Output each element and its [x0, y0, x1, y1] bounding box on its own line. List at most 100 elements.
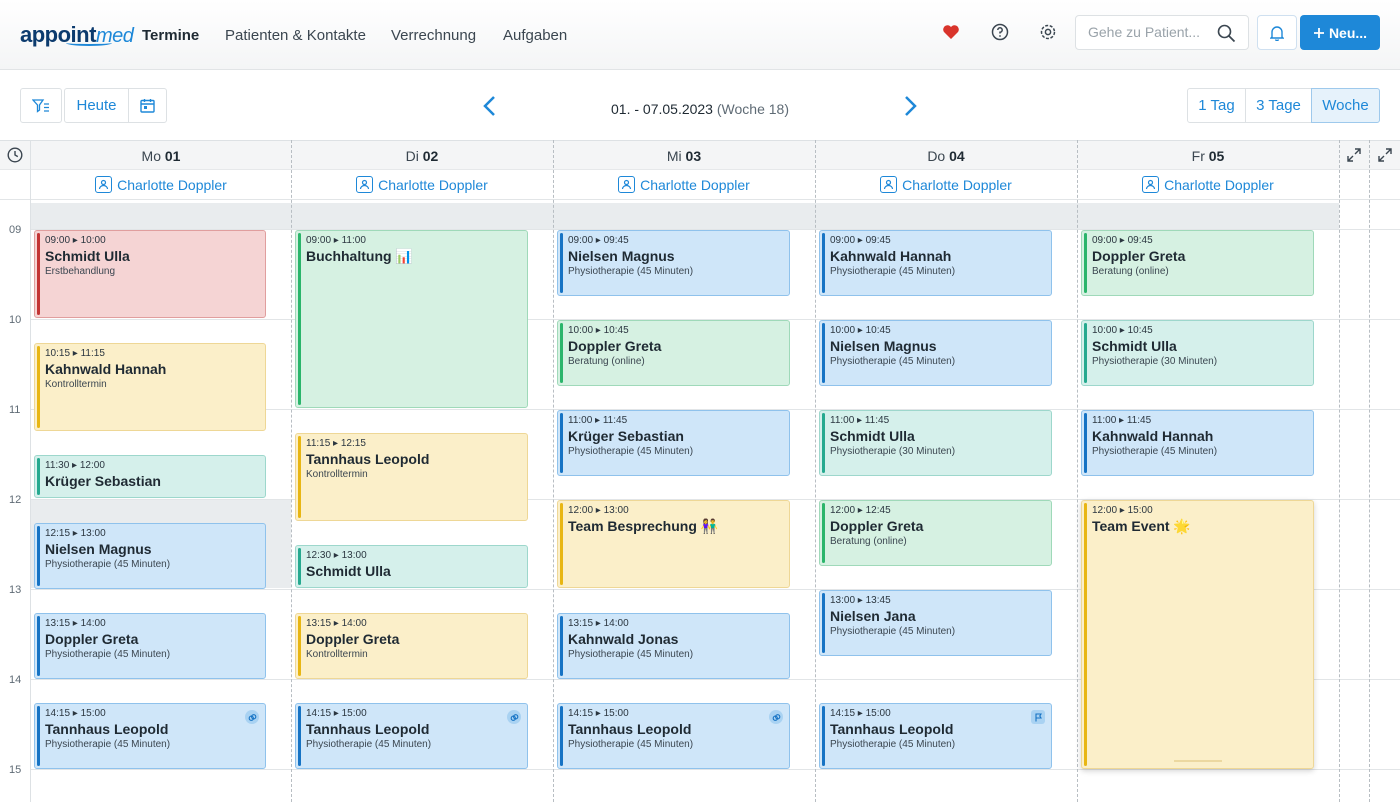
- appointment[interactable]: 10:00 ▸ 10:45 Doppler Greta Beratung (onli…: [557, 320, 790, 386]
- appointment-title: Nielsen Magnus: [45, 541, 152, 557]
- appointment-type: Beratung (online): [568, 356, 645, 367]
- appointment-type: Physiotherapie (45 Minuten): [568, 266, 694, 277]
- appointment[interactable]: 10:00 ▸ 10:45 Schmidt Ulla Physiotherapie …: [1081, 320, 1314, 386]
- appointment-time: 11:15 ▸ 12:15: [306, 438, 366, 449]
- appointment-type: Physiotherapie (45 Minuten): [830, 356, 956, 367]
- appointment[interactable]: 11:15 ▸ 12:15 Tannhaus Leopold Kontrollter…: [295, 433, 528, 521]
- resize-handle[interactable]: [1174, 760, 1222, 762]
- expand-icon[interactable]: [1346, 147, 1362, 163]
- hour-label: 13: [9, 584, 22, 596]
- view-3-tage[interactable]: 3 Tage: [1245, 88, 1312, 123]
- appointment[interactable]: 11:00 ▸ 11:45 Schmidt Ulla Physiotherapie …: [819, 410, 1052, 476]
- day-name: Do: [927, 148, 946, 164]
- appointment-type: Beratung (online): [830, 536, 907, 547]
- appointment-time: 11:00 ▸ 11:45: [568, 415, 628, 426]
- nav-aufgaben[interactable]: Aufgaben: [503, 27, 567, 44]
- appointment[interactable]: 10:15 ▸ 11:15 Kahnwald Hannah Kontrollterm…: [34, 343, 266, 431]
- appointment[interactable]: 12:15 ▸ 13:00 Nielsen Magnus Physiotherapi…: [34, 523, 266, 589]
- view-1-tag[interactable]: 1 Tag: [1187, 88, 1246, 123]
- filter-button[interactable]: [20, 88, 62, 123]
- new-button[interactable]: Neu...: [1300, 15, 1380, 50]
- day-divider: [553, 140, 554, 802]
- appointment-type: Beratung (online): [1092, 266, 1169, 277]
- divider: [0, 199, 1400, 200]
- appointment-time: 12:30 ▸ 13:00: [306, 550, 367, 561]
- search-icon[interactable]: [1217, 24, 1236, 43]
- day-header-do[interactable]: Do 04: [815, 148, 1077, 164]
- gear-icon[interactable]: [1036, 20, 1060, 44]
- appointment-title: Team Besprechung 👫: [568, 518, 719, 534]
- appointment[interactable]: 11:00 ▸ 11:45 Krüger Sebastian Physiothera…: [557, 410, 790, 476]
- nav-termine[interactable]: Termine: [142, 27, 199, 44]
- appointment[interactable]: 13:15 ▸ 14:00 Kahnwald Jonas Physiotherapi…: [557, 613, 790, 679]
- appointment-time: 09:00 ▸ 11:00: [306, 235, 366, 246]
- day-number: 04: [949, 148, 965, 164]
- heart-icon[interactable]: [939, 20, 963, 44]
- appointment[interactable]: 11:00 ▸ 11:45 Kahnwald Hannah Physiotherap…: [1081, 410, 1314, 476]
- appointment-title: Tannhaus Leopold: [306, 451, 430, 467]
- appointment-time: 12:15 ▸ 13:00: [45, 528, 106, 539]
- person-icon: [1142, 176, 1160, 193]
- appointment[interactable]: 12:00 ▸ 12:45 Doppler Greta Beratung (onli…: [819, 500, 1052, 566]
- expand-icon[interactable]: [1377, 147, 1393, 163]
- hour-label: 14: [9, 674, 22, 686]
- day-number: 01: [164, 148, 181, 164]
- appointment-type: Kontrolltermin: [306, 649, 368, 660]
- appointment[interactable]: 12:30 ▸ 13:00 Schmidt Ulla: [295, 545, 528, 588]
- resource-header[interactable]: Charlotte Doppler: [815, 176, 1077, 193]
- new-button-label: Neu...: [1328, 24, 1368, 41]
- appointment[interactable]: 14:15 ▸ 15:00 Tannhaus Leopold Physiothera…: [295, 703, 528, 769]
- appointment[interactable]: 14:15 ▸ 15:00 Tannhaus Leopold Physiothera…: [819, 703, 1052, 769]
- hour-label: 12: [9, 494, 22, 506]
- notifications-button[interactable]: [1257, 15, 1297, 50]
- appointment[interactable]: 13:15 ▸ 14:00 Doppler Greta Physiotherapie…: [34, 613, 266, 679]
- resource-header[interactable]: Charlotte Doppler: [553, 176, 815, 193]
- appointment[interactable]: 11:30 ▸ 12:00 Krüger Sebastian: [34, 455, 266, 498]
- date-picker-button[interactable]: [128, 88, 167, 123]
- appointment[interactable]: 14:15 ▸ 15:00 Tannhaus Leopold Physiothera…: [34, 703, 266, 769]
- day-header-fr[interactable]: Fr 05: [1077, 148, 1339, 164]
- today-button[interactable]: Heute: [64, 88, 129, 123]
- nav-verrechnung[interactable]: Verrechnung: [391, 27, 476, 44]
- appointment-time: 09:00 ▸ 10:00: [45, 235, 106, 246]
- appointment-title: Nielsen Magnus: [830, 338, 937, 354]
- chevron-left-icon[interactable]: [480, 94, 500, 118]
- appointment-time: 11:00 ▸ 11:45: [830, 415, 890, 426]
- day-divider: [1077, 140, 1078, 802]
- appointment[interactable]: 12:00 ▸ 13:00 Team Besprechung 👫: [557, 500, 790, 588]
- flag-icon: [1031, 710, 1045, 724]
- help-icon[interactable]: [988, 20, 1012, 44]
- nav-patienten-kontakte[interactable]: Patienten & Kontakte: [225, 27, 366, 44]
- appointment-title: Kahnwald Jonas: [568, 631, 679, 647]
- day-header-mo[interactable]: Mo 01: [30, 148, 292, 164]
- appointment-type: Physiotherapie (30 Minuten): [1092, 356, 1218, 367]
- appointment-type: Physiotherapie (45 Minuten): [830, 266, 956, 277]
- appointment-time: 12:00 ▸ 15:00: [1092, 505, 1153, 516]
- patient-search-input[interactable]: [1088, 24, 1208, 40]
- resource-header[interactable]: Charlotte Doppler: [291, 176, 553, 193]
- link-icon: [245, 710, 259, 724]
- patient-search[interactable]: [1075, 15, 1249, 50]
- appointment[interactable]: 14:15 ▸ 15:00 Tannhaus Leopold Physiothera…: [557, 703, 790, 769]
- day-divider: [815, 140, 816, 802]
- day-header-mi[interactable]: Mi 03: [553, 148, 815, 164]
- appointment[interactable]: 09:00 ▸ 10:00 Schmidt Ulla Erstbehandlung: [34, 230, 266, 318]
- appointment-type: Physiotherapie (45 Minuten): [45, 559, 171, 570]
- appointment[interactable]: 09:00 ▸ 11:00 Buchhaltung 📊: [295, 230, 528, 408]
- hour-label: 09: [9, 224, 22, 236]
- appointment[interactable]: 09:00 ▸ 09:45 Kahnwald Hannah Physiotherap…: [819, 230, 1052, 296]
- resource-name: Charlotte Doppler: [902, 176, 1012, 193]
- appointment-time: 13:15 ▸ 14:00: [45, 618, 106, 629]
- resource-header[interactable]: Charlotte Doppler: [30, 176, 292, 193]
- appointment[interactable]: 10:00 ▸ 10:45 Nielsen Magnus Physiotherapi…: [819, 320, 1052, 386]
- appointment[interactable]: 13:15 ▸ 14:00 Doppler Greta Kontrolltermin: [295, 613, 528, 679]
- day-header-di[interactable]: Di 02: [291, 148, 553, 164]
- appointment[interactable]: 12:00 ▸ 15:00 Team Event 🌟: [1081, 500, 1314, 769]
- view-woche[interactable]: Woche: [1311, 88, 1380, 123]
- appointment[interactable]: 09:00 ▸ 09:45 Nielsen Magnus Physiotherapi…: [557, 230, 790, 296]
- chevron-right-icon[interactable]: [900, 94, 920, 118]
- resource-header[interactable]: Charlotte Doppler: [1077, 176, 1339, 193]
- appointment[interactable]: 13:00 ▸ 13:45 Nielsen Jana Physiotherapie …: [819, 590, 1052, 656]
- appointment[interactable]: 09:00 ▸ 09:45 Doppler Greta Beratung (onli…: [1081, 230, 1314, 296]
- appointment-type: Physiotherapie (45 Minuten): [45, 739, 171, 750]
